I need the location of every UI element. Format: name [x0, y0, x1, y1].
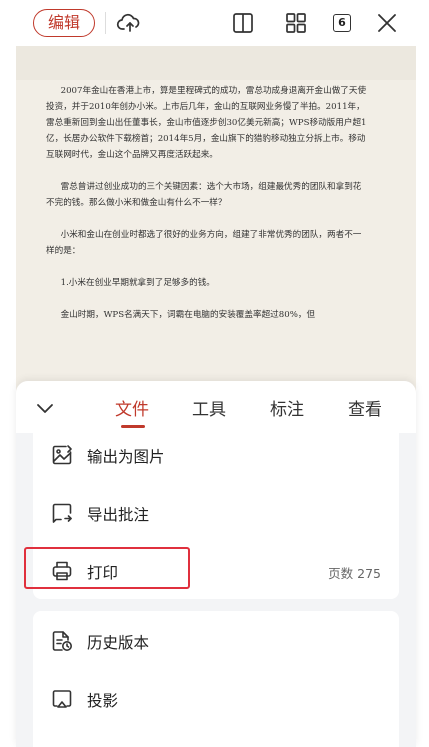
tab-tools[interactable]: 工具 — [192, 395, 226, 420]
menu-item-label: 投影 — [87, 692, 119, 710]
file-actions-group: 输出为图片 导出批注 打印 页数 275 — [33, 433, 399, 599]
split-view-icon[interactable] — [230, 10, 256, 36]
file-menu-sheet: 文件 工具 标注 查看 输出为图片 导出批注 打印 页数 275 历史版本 投影 — [16, 381, 416, 747]
menu-item-label: 导出批注 — [87, 506, 150, 524]
menu-item-history-version[interactable]: 历史版本 — [33, 621, 399, 661]
page-header-band — [16, 46, 416, 80]
projection-icon — [51, 688, 73, 710]
cloud-upload-icon[interactable] — [116, 10, 142, 36]
document-body: 2007年金山在香港上市，算是里程碑式的成功，雷总功成身退离开金山做了天使投资，… — [46, 83, 368, 339]
image-export-icon — [51, 444, 73, 466]
tab-file[interactable]: 文件 — [115, 395, 149, 420]
page-count-label: 页数 275 — [328, 566, 381, 581]
tab-annotate[interactable]: 标注 — [270, 395, 304, 420]
grid-apps-icon[interactable] — [283, 10, 309, 36]
toolbar-divider — [105, 12, 106, 34]
menu-item-label: 输出为图片 — [87, 448, 165, 466]
active-tab-indicator — [121, 425, 145, 428]
doc-paragraph: 1.小米在创业早期就拿到了足够多的钱。 — [60, 278, 215, 288]
tab-count-icon[interactable]: 6 — [333, 14, 351, 32]
doc-paragraph: 小米和金山在创业时都选了很好的业务方向，组建了非常优秀的团队，两者不一样的是： — [46, 230, 362, 256]
menu-item-export-image[interactable]: 输出为图片 — [33, 435, 399, 475]
close-icon[interactable] — [374, 10, 400, 36]
printer-icon — [51, 560, 73, 582]
sheet-tab-bar: 文件 工具 标注 查看 — [16, 381, 416, 433]
menu-item-label: 历史版本 — [87, 634, 150, 652]
version-actions-group: 历史版本 投影 — [33, 611, 399, 747]
tab-view[interactable]: 查看 — [348, 395, 382, 420]
top-toolbar: 编辑 6 — [0, 0, 429, 46]
history-version-icon — [51, 630, 73, 652]
comment-export-icon — [51, 502, 73, 524]
chevron-down-icon[interactable] — [34, 397, 56, 419]
edit-button[interactable]: 编辑 — [33, 9, 95, 37]
menu-item-export-comments[interactable]: 导出批注 — [33, 493, 399, 533]
doc-paragraph: 金山时期，WPS名满天下，词霸在电脑的安装覆盖率超过80%，但 — [60, 310, 316, 320]
menu-item-print[interactable]: 打印 页数 275 — [33, 551, 399, 591]
doc-paragraph: 雷总曾讲过创业成功的三个关键因素：选个大市场，组建最优秀的团队和拿到花不完的钱。… — [46, 182, 362, 208]
doc-paragraph: 2007年金山在香港上市，算是里程碑式的成功，雷总功成身退离开金山做了天使投资，… — [46, 86, 367, 160]
menu-item-label: 打印 — [87, 564, 119, 582]
menu-item-projection[interactable]: 投影 — [33, 679, 399, 719]
